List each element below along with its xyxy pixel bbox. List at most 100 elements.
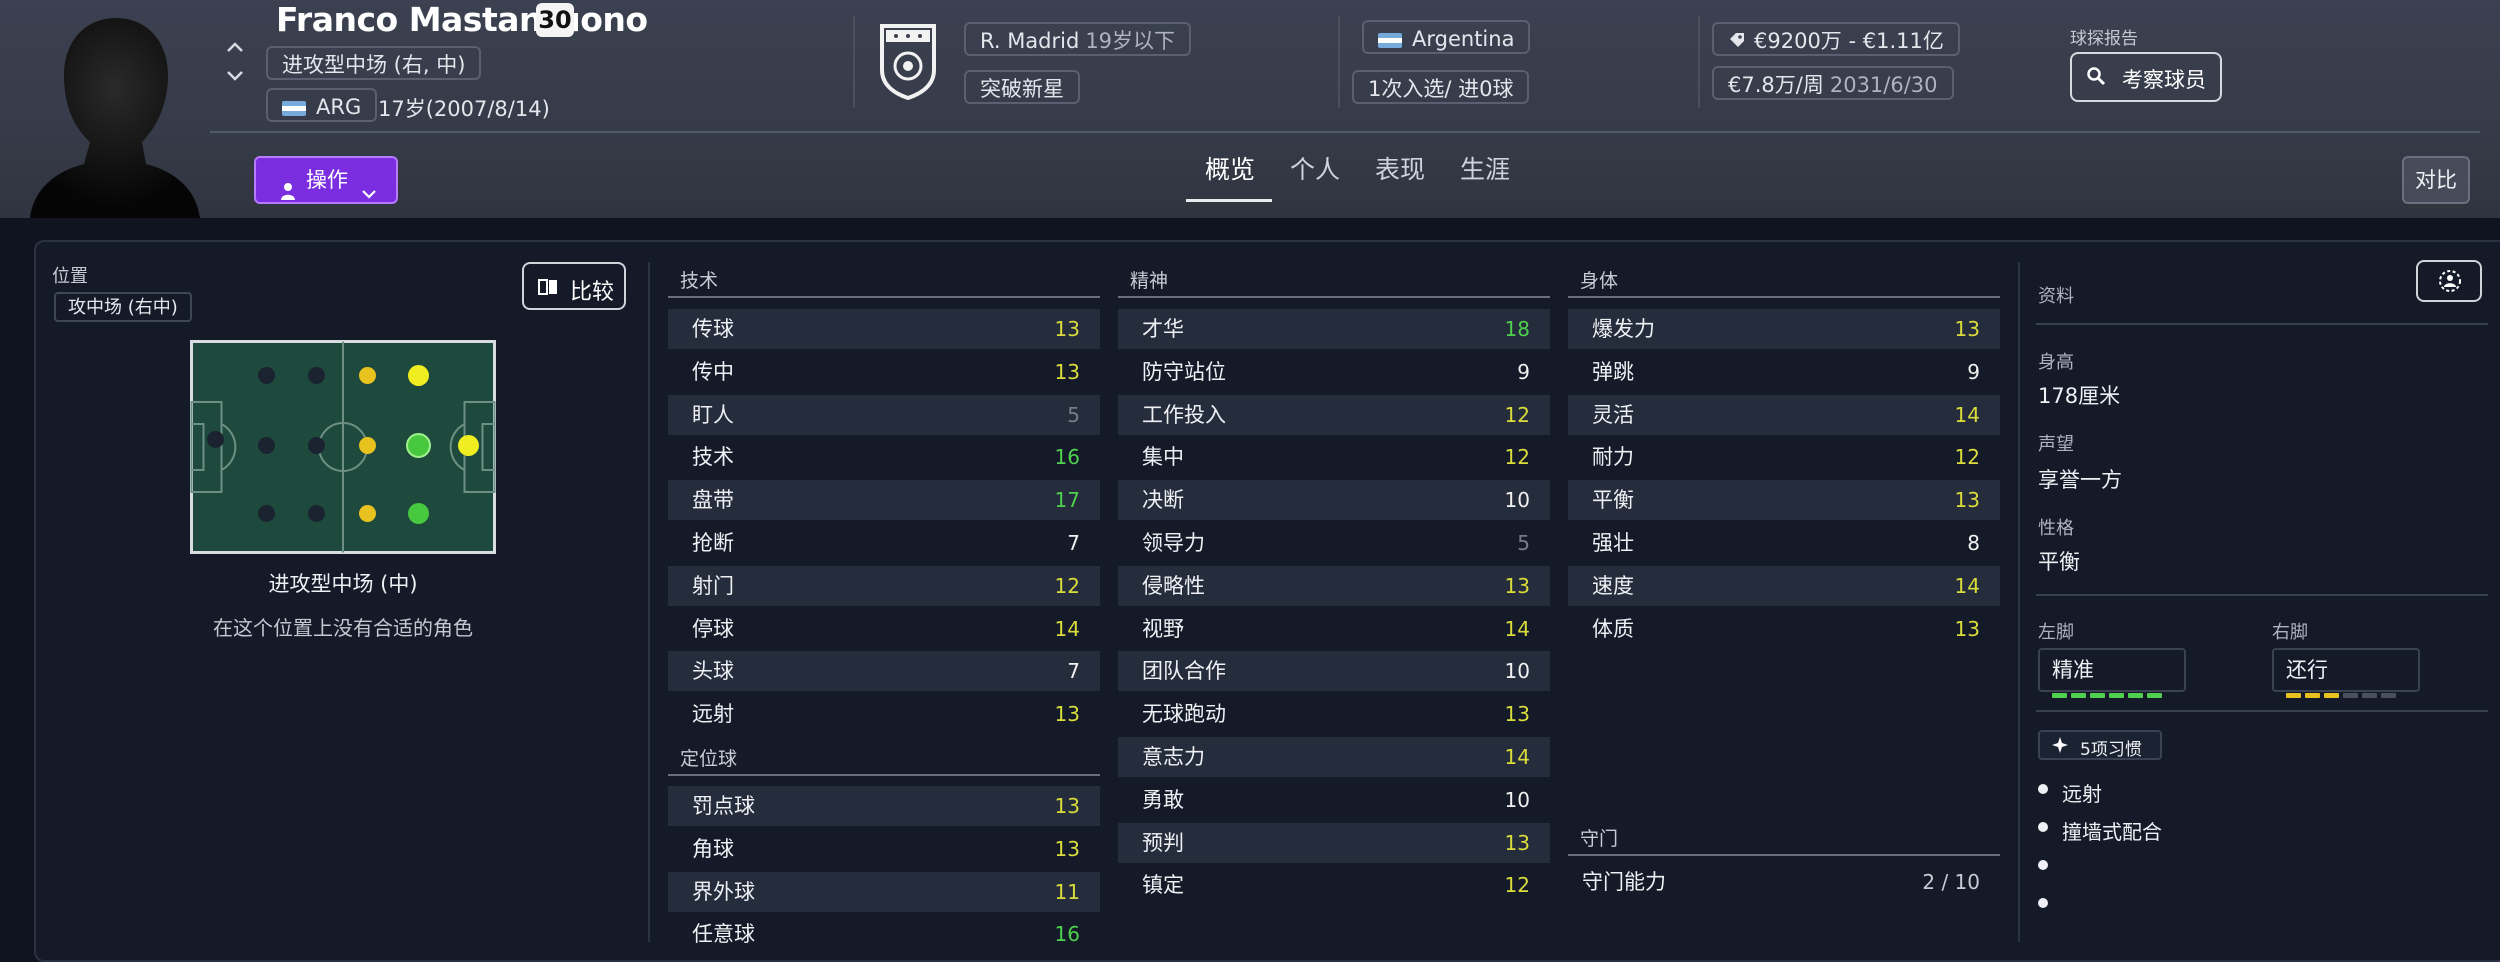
attribute-label: 罚点球 [692, 794, 755, 818]
chevron-down-icon [360, 172, 378, 216]
attribute-row[interactable]: 停球 14 [668, 609, 1100, 649]
attribute-row[interactable]: 抢断 7 [668, 523, 1100, 563]
tab-career[interactable]: 生涯 [1460, 150, 1510, 186]
attribute-row[interactable]: 视野 14 [1118, 609, 1550, 649]
player-name: Franco Mastantuono [276, 0, 648, 39]
attribute-value: 13 [1504, 702, 1530, 727]
reputation-value: 享誉一方 [2038, 468, 2122, 492]
attribute-row[interactable]: 速度 14 [1568, 565, 2000, 606]
previous-player-button[interactable] [222, 36, 248, 58]
attribute-value: 10 [1504, 787, 1530, 812]
attribute-row[interactable]: 集中 12 [1118, 437, 1550, 477]
attribute-row[interactable]: 头球 7 [668, 651, 1100, 692]
info-settings-button[interactable] [2416, 260, 2482, 302]
attribute-label: 体质 [1592, 616, 1634, 641]
position-dot [308, 505, 325, 522]
attribute-row[interactable]: 预判 13 [1118, 822, 1550, 863]
attribute-value: 12 [1504, 873, 1530, 898]
attribute-label: 射门 [692, 573, 734, 598]
physical-section-title: 身体 [1580, 270, 1619, 292]
wage-contract-pill: €7.8万/周 2031/6/30 [1712, 66, 1954, 100]
attribute-row[interactable]: 勇敢 10 [1118, 780, 1550, 820]
attribute-row[interactable]: 罚点球 13 [668, 786, 1100, 826]
position-label: 位置 [52, 266, 88, 287]
tab-overview[interactable]: 概览 [1205, 150, 1255, 186]
attribute-value: 14 [1054, 616, 1080, 641]
attribute-row[interactable]: 体质 13 [1568, 609, 2000, 649]
player-status-pill: 突破新星 [964, 70, 1080, 104]
attribute-row[interactable]: 爆发力 13 [1568, 309, 2000, 349]
attribute-row[interactable]: 射门 12 [668, 565, 1100, 606]
attribute-row[interactable]: 耐力 12 [1568, 437, 2000, 477]
attribute-value: 7 [1067, 531, 1080, 555]
attribute-label: 远射 [692, 702, 734, 727]
attribute-row[interactable]: 盘带 17 [668, 480, 1100, 521]
attribute-row[interactable]: 侵略性 13 [1118, 565, 1550, 606]
attribute-value: 13 [1954, 488, 1980, 513]
goalkeeping-section-title: 守门 [1580, 828, 1619, 850]
attribute-label: 防守站位 [1142, 359, 1226, 384]
attribute-row[interactable]: 强壮 8 [1568, 523, 2000, 563]
attribute-row[interactable]: 灵活 14 [1568, 394, 2000, 435]
attribute-row[interactable]: 任意球 16 [668, 914, 1100, 954]
attribute-row[interactable]: 角球 13 [668, 829, 1100, 869]
person-icon [280, 171, 296, 200]
goalkeeping-row[interactable]: 守门能力 2 / 10 [1568, 862, 2000, 902]
compare-button[interactable]: 对比 [2402, 156, 2470, 204]
attribute-value: 9 [1967, 359, 1980, 384]
attribute-value: 13 [1504, 573, 1530, 598]
position-compare-button[interactable]: 比较 [522, 262, 626, 310]
attribute-value: 5 [1067, 402, 1080, 427]
personality-label: 性格 [2038, 518, 2074, 539]
nationality-pill: ARG [266, 88, 378, 122]
attribute-row[interactable]: 意志力 14 [1118, 737, 1550, 777]
section-underline [668, 296, 1100, 298]
attribute-value: 18 [1504, 317, 1530, 341]
goalkeeping-value: 2 / 10 [1922, 870, 1980, 894]
right-foot-box: 还行 [2272, 648, 2420, 698]
attribute-value: 13 [1504, 830, 1530, 855]
height-value: 178厘米 [2038, 384, 2121, 408]
attribute-row[interactable]: 镇定 12 [1118, 865, 1550, 905]
right-foot-label: 右脚 [2272, 622, 2308, 643]
rating-bar-segment [2362, 693, 2377, 698]
attribute-row[interactable]: 决断 10 [1118, 480, 1550, 521]
attribute-row[interactable]: 领导力 5 [1118, 523, 1550, 563]
attribute-row[interactable]: 技术 16 [668, 437, 1100, 477]
attribute-row[interactable]: 弹跳 9 [1568, 352, 2000, 392]
attribute-row[interactable]: 盯人 5 [668, 394, 1100, 435]
attribute-row[interactable]: 防守站位 9 [1118, 352, 1550, 392]
attribute-row[interactable]: 团队合作 10 [1118, 651, 1550, 692]
rating-bar-segment [2286, 693, 2301, 698]
column-divider [2018, 262, 2020, 942]
tab-personal[interactable]: 个人 [1290, 150, 1340, 186]
club-pill: R. Madrid 19岁以下 [964, 22, 1192, 56]
next-player-button[interactable] [222, 64, 248, 86]
position-dot [258, 505, 275, 522]
attribute-row[interactable]: 界外球 11 [668, 871, 1100, 912]
attribute-label: 灵活 [1592, 402, 1634, 427]
scout-player-button[interactable]: 考察球员 [2070, 52, 2222, 102]
attribute-row[interactable]: 传中 13 [668, 352, 1100, 392]
action-menu-button[interactable]: 操作 [254, 156, 398, 204]
attribute-row[interactable]: 工作投入 12 [1118, 394, 1550, 435]
attribute-label: 速度 [1592, 573, 1634, 598]
attribute-label: 决断 [1142, 488, 1184, 513]
tab-performance[interactable]: 表现 [1375, 150, 1425, 186]
attribute-label: 盘带 [692, 488, 734, 513]
traits-button[interactable]: 5项习惯 [2038, 730, 2162, 760]
left-foot-label: 左脚 [2038, 622, 2074, 643]
set_pieces-section-title: 定位球 [680, 748, 738, 770]
attribute-label: 强壮 [1592, 531, 1634, 555]
attribute-row[interactable]: 无球跑动 13 [1118, 694, 1550, 734]
attribute-row[interactable]: 才华 18 [1118, 309, 1550, 349]
attribute-row[interactable]: 传球 13 [668, 309, 1100, 349]
technical-section-title: 技术 [680, 270, 719, 292]
attribute-row[interactable]: 平衡 13 [1568, 480, 2000, 521]
attribute-value: 12 [1054, 573, 1080, 598]
personality-value: 平衡 [2038, 550, 2080, 574]
section-underline [1118, 296, 1550, 298]
attribute-row[interactable]: 远射 13 [668, 694, 1100, 734]
attribute-value: 10 [1504, 659, 1530, 684]
trait-item: 远射 [2062, 782, 2102, 806]
